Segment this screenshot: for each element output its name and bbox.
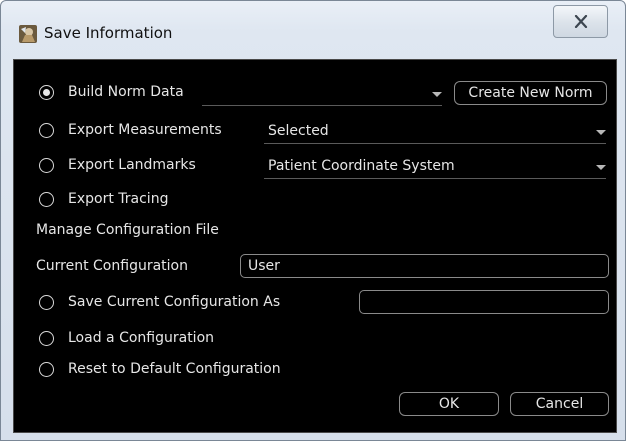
manage-configuration-heading: Manage Configuration File	[36, 222, 219, 238]
save-configuration-name-field[interactable]	[359, 290, 609, 314]
create-new-norm-button[interactable]: Create New Norm	[454, 81, 607, 105]
app-icon	[19, 25, 37, 43]
save-configuration-radio[interactable]	[39, 295, 54, 310]
reset-configuration-radio[interactable]	[39, 362, 54, 377]
save-information-dialog: Save Information Build Norm Data Create …	[0, 0, 626, 441]
build-norm-radio[interactable]	[39, 85, 54, 100]
cancel-button[interactable]: Cancel	[510, 392, 609, 416]
norm-dropdown[interactable]	[202, 83, 442, 106]
current-configuration-field[interactable]: User	[240, 254, 609, 278]
load-configuration-label: Load a Configuration	[68, 330, 215, 346]
title-bar[interactable]: Save Information	[1, 1, 625, 51]
close-icon	[574, 15, 588, 28]
chevron-down-icon	[596, 165, 606, 170]
save-configuration-label: Save Current Configuration As	[68, 294, 281, 310]
close-button[interactable]	[553, 5, 608, 38]
reset-configuration-label: Reset to Default Configuration	[68, 361, 281, 377]
export-measurements-radio[interactable]	[39, 123, 54, 138]
chevron-down-icon	[432, 92, 442, 97]
landmarks-dropdown[interactable]: Patient Coordinate System	[264, 156, 606, 179]
export-landmarks-label: Export Landmarks	[68, 157, 196, 173]
chevron-down-icon	[596, 130, 606, 135]
export-tracing-label: Export Tracing	[68, 191, 169, 207]
export-measurements-label: Export Measurements	[68, 122, 222, 138]
build-norm-label: Build Norm Data	[68, 84, 184, 100]
dialog-body: Build Norm Data Create New Norm Export M…	[13, 59, 617, 433]
measurements-dropdown-value: Selected	[268, 123, 329, 139]
current-configuration-label: Current Configuration	[36, 258, 188, 274]
ok-button[interactable]: OK	[399, 392, 499, 416]
export-landmarks-radio[interactable]	[39, 158, 54, 173]
measurements-dropdown[interactable]: Selected	[264, 121, 606, 144]
load-configuration-radio[interactable]	[39, 331, 54, 346]
window-title: Save Information	[44, 24, 173, 42]
export-tracing-radio[interactable]	[39, 192, 54, 207]
landmarks-dropdown-value: Patient Coordinate System	[268, 158, 455, 174]
